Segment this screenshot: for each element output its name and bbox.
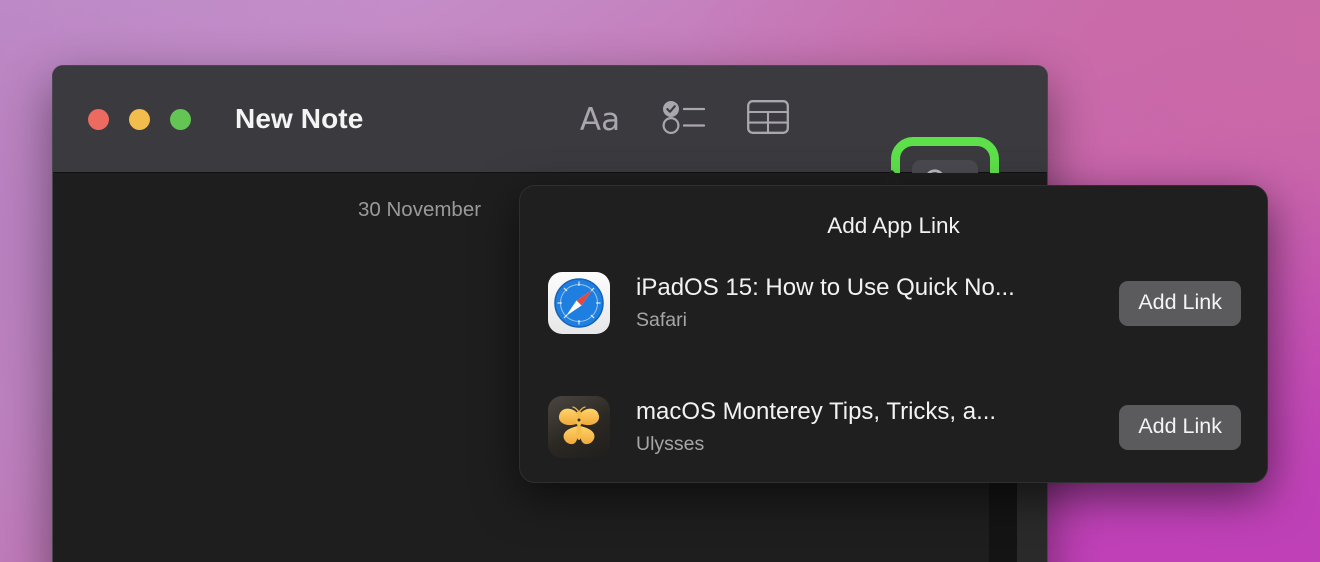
format-text-icon: Aa bbox=[579, 101, 621, 138]
toolbar-actions: Aa bbox=[558, 66, 810, 173]
table-icon bbox=[747, 100, 789, 139]
format-text-button[interactable]: Aa bbox=[558, 66, 642, 173]
traffic-lights bbox=[88, 108, 191, 130]
maximize-button[interactable] bbox=[170, 108, 191, 130]
app-link-title: iPadOS 15: How to Use Quick No... bbox=[636, 274, 1015, 301]
popover-title: Add App Link bbox=[827, 213, 960, 238]
window-toolbar: New Note Aa bbox=[53, 66, 1047, 242]
note-date: 30 November bbox=[358, 198, 482, 221]
chevron-double-right-icon bbox=[1045, 104, 1047, 135]
add-link-row-button[interactable]: Add Link bbox=[1119, 280, 1241, 326]
page-title: New Note bbox=[235, 103, 364, 134]
minimize-button[interactable] bbox=[129, 108, 150, 130]
toolbar-overflow-button[interactable] bbox=[1031, 66, 1047, 173]
add-link-row-button[interactable]: Add Link bbox=[1119, 404, 1241, 450]
ulysses-butterfly-icon bbox=[548, 396, 610, 458]
list-item[interactable]: iPadOS 15: How to Use Quick No... Safari… bbox=[520, 256, 1267, 350]
app-text: iPadOS 15: How to Use Quick No... Safari bbox=[636, 274, 1119, 332]
safari-icon bbox=[548, 272, 610, 334]
app-text: macOS Monterey Tips, Tricks, a... Ulysse… bbox=[636, 398, 1119, 456]
checklist-button[interactable] bbox=[642, 66, 726, 173]
checklist-icon bbox=[662, 100, 706, 139]
app-link-title: macOS Monterey Tips, Tricks, a... bbox=[636, 398, 997, 425]
app-link-source: Ulysses bbox=[636, 433, 705, 455]
table-button[interactable] bbox=[726, 66, 810, 173]
add-app-link-popover: Add App Link iPadOS 15: How to Use Quick… bbox=[519, 185, 1268, 483]
desktop-wallpaper: New Note Aa 30 November Add App Link iPa… bbox=[0, 0, 1320, 562]
list-item[interactable]: macOS Monterey Tips, Tricks, a... Ulysse… bbox=[520, 380, 1267, 474]
close-button[interactable] bbox=[88, 108, 109, 130]
app-link-source: Safari bbox=[636, 309, 687, 331]
